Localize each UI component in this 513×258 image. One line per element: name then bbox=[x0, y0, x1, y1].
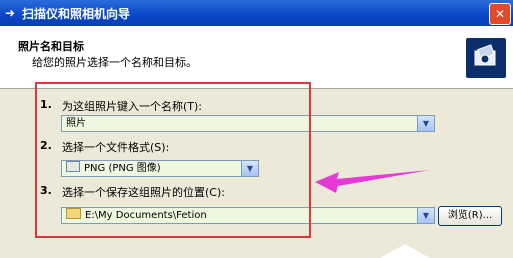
wizard-header: 照片名和目标 给您的照片选择一个名称和目标。 bbox=[0, 26, 513, 89]
chevron-down-icon[interactable]: ▼ bbox=[417, 208, 434, 223]
header-heading: 照片名和目标 bbox=[18, 40, 84, 53]
title-bar: ➜ 扫描仪和照相机向导 ✕ bbox=[0, 0, 513, 26]
chevron-down-icon[interactable]: ▼ bbox=[417, 116, 434, 131]
decorative-shape bbox=[380, 244, 430, 258]
annotation-arrow bbox=[315, 170, 430, 193]
scanner-camera-icon bbox=[466, 38, 506, 78]
window-title: 扫描仪和照相机向导 bbox=[22, 7, 131, 21]
close-button[interactable]: ✕ bbox=[489, 3, 511, 25]
header-subheading: 给您的照片选择一个名称和目标。 bbox=[32, 56, 197, 69]
annotation-highlight-box bbox=[35, 82, 311, 238]
wizard-arrow-icon: ➜ bbox=[5, 6, 16, 20]
browse-button[interactable]: 浏览(R)... bbox=[438, 206, 502, 226]
